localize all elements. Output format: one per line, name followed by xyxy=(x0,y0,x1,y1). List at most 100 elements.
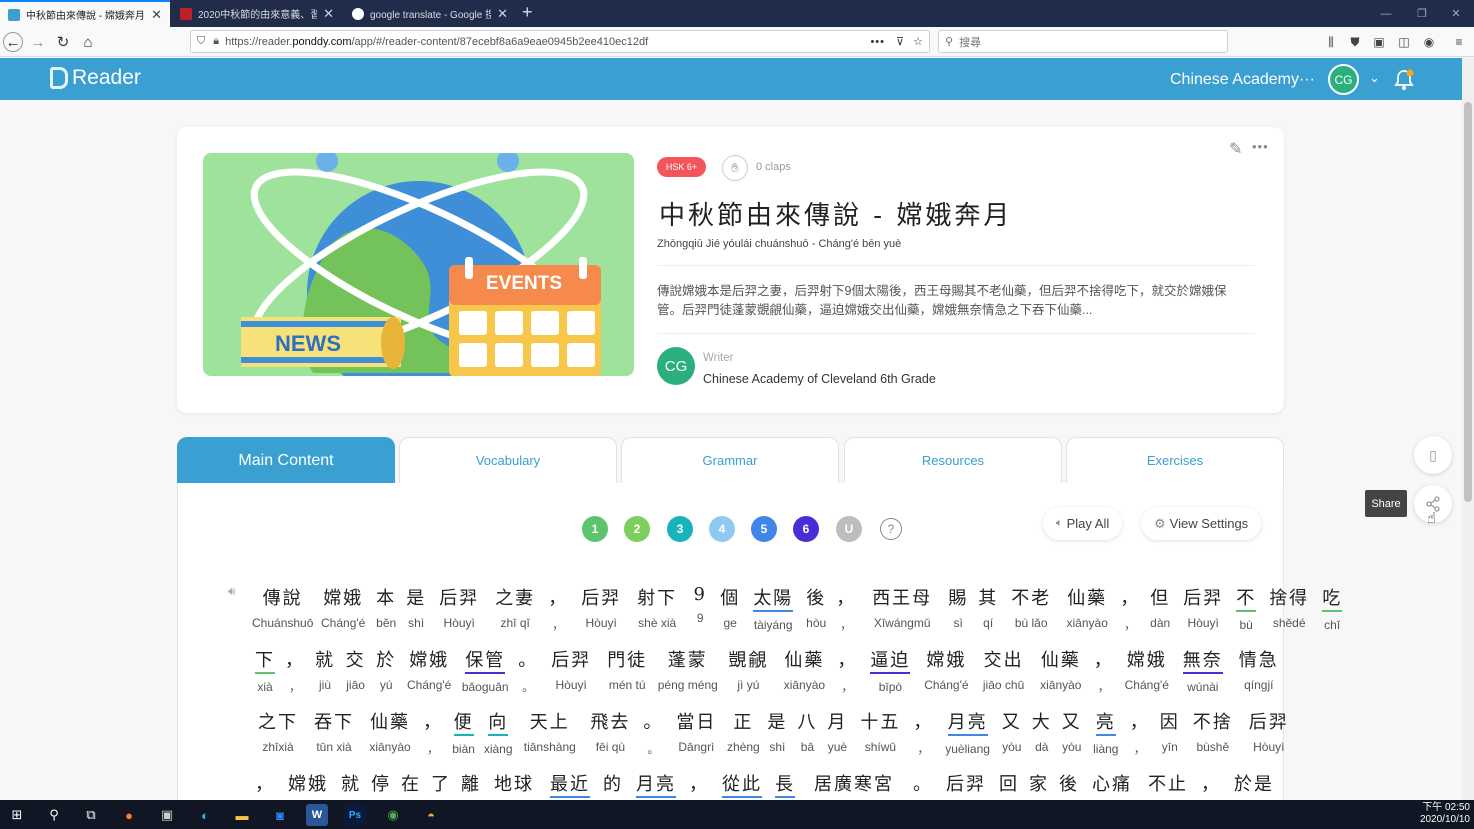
word-token[interactable]: 后羿 xyxy=(940,770,992,802)
sidebar-icon[interactable]: ◫ xyxy=(1395,33,1413,51)
account-name[interactable]: Chinese Academy··· xyxy=(1170,71,1315,89)
word-token[interactable]: 賜 sì xyxy=(945,584,971,630)
close-tab-icon[interactable]: ✕ xyxy=(151,7,162,23)
play-paragraph-speaker-icon[interactable]: 🔊︎ xyxy=(228,584,236,599)
word-token[interactable]: 不捨 bùshě xyxy=(1187,708,1239,754)
word-token[interactable]: 后羿 Hòuyì xyxy=(1243,708,1295,754)
level-unknown-toggle[interactable]: U xyxy=(836,516,862,542)
edge-icon[interactable]: ◐ xyxy=(194,804,216,826)
reload-icon[interactable]: ↻ xyxy=(53,32,73,52)
word-token[interactable]: 在 xyxy=(398,770,424,802)
view-settings-button[interactable]: ⚙ View Settings xyxy=(1141,507,1262,540)
word-token[interactable]: 是 shì xyxy=(403,584,429,630)
word-token[interactable]: 后羿 Hòuyì xyxy=(545,646,597,692)
browser-tab-reader[interactable]: 中秋節由來傳說 - 嫦娥奔月 | Po ✕ xyxy=(0,0,170,27)
more-options-icon[interactable]: ••• xyxy=(1252,139,1269,154)
word-token[interactable]: 仙藥 xiānyào xyxy=(1035,646,1087,692)
word-token[interactable]: ，， xyxy=(420,708,446,757)
word-token[interactable]: 天上 tiānshàng xyxy=(519,708,580,754)
word-token[interactable]: 仙藥 xiānyào xyxy=(364,708,416,754)
zoom-icon[interactable]: ◙ xyxy=(269,804,291,826)
word-token[interactable]: ，， xyxy=(833,584,859,633)
word-token[interactable]: 覬覦 jì yú xyxy=(722,646,774,692)
tab-exercises[interactable]: Exercises xyxy=(1066,437,1284,483)
word-token[interactable]: ，， xyxy=(1117,584,1143,633)
task-view-icon[interactable]: ⧉ xyxy=(80,804,102,826)
browser-tab-google[interactable]: google translate - Google 搜 ✕ xyxy=(344,0,516,27)
word-token[interactable]: 長 xyxy=(772,770,798,804)
word-token[interactable]: 月 yuè xyxy=(824,708,850,754)
level-5-toggle[interactable]: 5 xyxy=(751,516,777,542)
word-token[interactable]: 仙藥 xiānyào xyxy=(1061,584,1113,630)
word-token[interactable]: 嫦娥 Cháng'é xyxy=(403,646,455,692)
word-token[interactable]: 之妻 zhī qī xyxy=(489,584,541,630)
word-token[interactable]: 是 shì xyxy=(764,708,790,754)
level-help-icon[interactable]: ? xyxy=(880,518,902,540)
more-actions-icon[interactable]: ••• xyxy=(870,36,885,48)
word-token[interactable]: 月亮 xyxy=(630,770,682,804)
word-token[interactable]: ，， xyxy=(910,708,936,757)
word-token[interactable]: 地球 xyxy=(488,770,540,802)
word-token[interactable]: 了 xyxy=(428,770,454,802)
word-token[interactable]: 嫦娥 Cháng'é xyxy=(920,646,972,692)
close-window-icon[interactable]: ✕ xyxy=(1438,0,1474,27)
word-token[interactable]: 仙藥 xiānyào xyxy=(778,646,830,692)
tab-main-content[interactable]: Main Content xyxy=(177,437,395,483)
word-token[interactable]: 月亮 yuèliang xyxy=(940,708,994,756)
tab-grammar[interactable]: Grammar xyxy=(621,437,839,483)
firefox-icon[interactable]: ● xyxy=(118,804,140,826)
word-token[interactable]: 吃 chī xyxy=(1319,584,1345,632)
word-token[interactable]: 99 xyxy=(687,584,713,625)
word-token[interactable]: 離 xyxy=(458,770,484,802)
new-tab-button[interactable]: + xyxy=(522,2,533,23)
back-icon[interactable]: ← xyxy=(3,32,23,52)
word-token[interactable]: 後 hòu xyxy=(803,584,829,630)
play-all-button[interactable]: 🔈︎ Play All xyxy=(1043,507,1123,540)
word-token[interactable]: 又 yòu xyxy=(999,708,1025,754)
level-6-toggle[interactable]: 6 xyxy=(793,516,819,542)
word-token[interactable]: ，， xyxy=(1127,708,1153,757)
word-token[interactable]: 家 xyxy=(1026,770,1052,802)
word-token[interactable]: ， xyxy=(252,770,278,802)
minimize-icon[interactable]: — xyxy=(1368,0,1404,27)
word-icon[interactable]: W xyxy=(306,804,328,826)
file-explorer-icon[interactable]: ▬ xyxy=(231,804,253,826)
word-token[interactable]: 居廣寒宮 xyxy=(802,770,906,802)
word-token[interactable]: 之下 zhīxià xyxy=(252,708,304,754)
library-icon[interactable]: ⫼ xyxy=(1322,33,1340,51)
clap-icon[interactable]: ✋︎ xyxy=(722,155,748,181)
url-bar[interactable]: ⛉ 🔒︎ https://reader. ponddy.com/app/#/rea… xyxy=(190,30,930,53)
word-token[interactable]: 門徒 mén tú xyxy=(601,646,653,692)
word-token[interactable]: 交 jiāo xyxy=(342,646,369,692)
account-avatar[interactable]: CG xyxy=(1328,64,1359,95)
close-tab-icon[interactable]: ✕ xyxy=(497,6,508,22)
word-token[interactable]: 下 xià xyxy=(252,646,278,694)
word-token[interactable]: ， xyxy=(686,770,712,802)
writer-avatar[interactable]: CG xyxy=(657,347,695,385)
word-token[interactable]: 后羿 Hòuyì xyxy=(575,584,627,630)
edit-pencil-icon[interactable]: ✎ xyxy=(1229,139,1242,159)
restore-icon[interactable]: ❐ xyxy=(1404,0,1440,27)
word-token[interactable]: 向 xiàng xyxy=(481,708,515,756)
photoshop-icon[interactable]: Ps xyxy=(344,804,366,826)
tab-resources[interactable]: Resources xyxy=(844,437,1062,483)
word-token[interactable]: 吞下 tūn xià xyxy=(308,708,360,754)
word-token[interactable]: 嫦娥 Cháng'é xyxy=(317,584,369,630)
level-3-toggle[interactable]: 3 xyxy=(667,516,693,542)
word-token[interactable]: 就 jiù xyxy=(312,646,338,692)
home-icon[interactable]: ⌂ xyxy=(78,32,98,52)
word-token[interactable]: 不 bù xyxy=(1233,584,1259,632)
word-token[interactable]: ，， xyxy=(1091,646,1117,695)
word-token[interactable]: ，， xyxy=(545,584,571,633)
word-token[interactable]: 又 yòu xyxy=(1059,708,1085,754)
bookmark-page-button[interactable]: ▯ xyxy=(1414,436,1452,474)
notification-bell-icon[interactable] xyxy=(1394,69,1414,90)
word-token[interactable]: 不止 xyxy=(1142,770,1194,802)
word-token[interactable]: 后羿 Hòuyì xyxy=(433,584,485,630)
writer-name[interactable]: Chinese Academy of Cleveland 6th Grade xyxy=(703,372,936,386)
word-token[interactable]: 太陽 tàiyáng xyxy=(747,584,799,632)
close-tab-icon[interactable]: ✕ xyxy=(323,6,334,22)
word-token[interactable]: 。。 xyxy=(515,646,541,695)
word-token[interactable]: ，， xyxy=(834,646,860,695)
word-token[interactable]: 因 yīn xyxy=(1157,708,1183,754)
